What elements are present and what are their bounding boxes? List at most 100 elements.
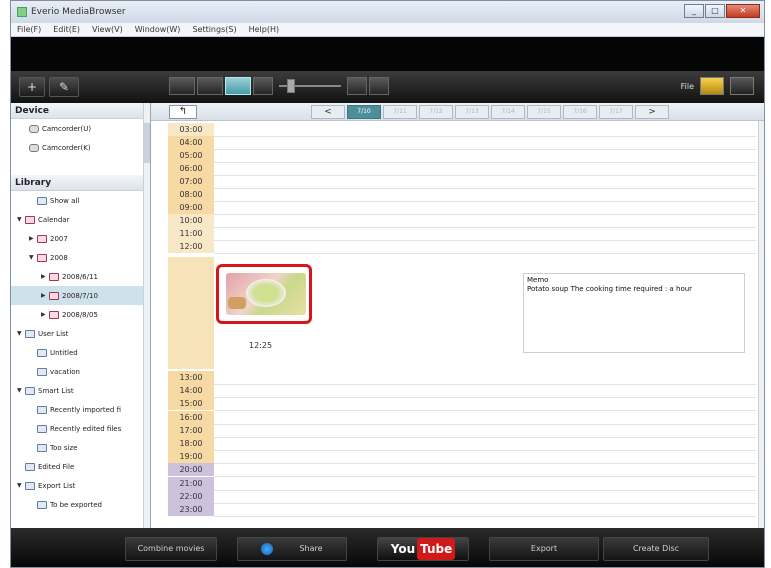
expand-toggle-icon[interactable]: ▼ xyxy=(17,330,25,337)
memo-title: Memo xyxy=(527,276,549,284)
tree-item[interactable]: ▼ Smart List xyxy=(11,381,150,400)
tree-item[interactable]: Recently imported fi xyxy=(11,400,150,419)
day-tab[interactable]: 7/13 xyxy=(455,105,489,119)
tree-item-label: To be exported xyxy=(50,500,102,509)
share-icon xyxy=(261,542,274,555)
combine-movies-button[interactable]: Combine movies xyxy=(125,537,217,561)
timeline-scrollbar[interactable] xyxy=(758,121,764,528)
clip-thumbnail[interactable] xyxy=(216,264,312,324)
expand-toggle-icon[interactable]: ▶ xyxy=(41,273,49,280)
view-calendar-button[interactable] xyxy=(225,77,251,95)
expand-toggle-icon[interactable]: ▶ xyxy=(41,311,49,318)
device-item[interactable]: Camcorder(K) xyxy=(11,138,150,157)
app-icon xyxy=(17,7,27,17)
expand-toggle-icon[interactable]: ▼ xyxy=(29,254,37,261)
tree-item[interactable]: ▶ 2008/7/10 xyxy=(11,286,150,305)
create-disc-button[interactable]: Create Disc xyxy=(603,537,709,561)
day-tab[interactable]: 7/11 xyxy=(383,105,417,119)
menu-settings[interactable]: Settings(S) xyxy=(192,25,236,34)
tree-item-label: User List xyxy=(38,329,69,338)
tree-item[interactable]: To be exported xyxy=(11,495,150,514)
calendar-view: ↰ <7/10 7/11 7/12 7/13 7/14 7/15 7/16 7/17 > 12:… xyxy=(151,103,764,528)
menu-window[interactable]: Window(W) xyxy=(135,25,181,34)
fullscreen-icon[interactable] xyxy=(369,77,389,95)
smart-icon xyxy=(37,424,47,433)
tree-item[interactable]: Show all xyxy=(11,191,150,210)
menu-file[interactable]: File(F) xyxy=(17,25,41,34)
menu-view[interactable]: View(V) xyxy=(92,25,123,34)
folder-icon xyxy=(49,310,59,319)
hour-label: 05:00 xyxy=(168,149,214,162)
up-level-button[interactable]: ↰ xyxy=(169,105,197,119)
close-button[interactable]: ✕ xyxy=(726,4,760,18)
zoom-slider[interactable] xyxy=(279,79,341,93)
file-filter-button[interactable] xyxy=(700,77,724,95)
expand-toggle-icon[interactable]: ▶ xyxy=(29,235,37,242)
minimize-button[interactable]: _ xyxy=(684,4,704,18)
prev-day-button[interactable]: < xyxy=(311,105,345,119)
expand-toggle-icon[interactable]: ▶ xyxy=(41,292,49,299)
tree-item[interactable]: Untitled xyxy=(11,343,150,362)
tree-item[interactable]: ▼ User List xyxy=(11,324,150,343)
hour-row-line xyxy=(214,162,756,163)
clip-time: 12:25 xyxy=(249,341,273,350)
device-label: Camcorder(U) xyxy=(42,124,92,133)
memo-box[interactable]: Memo Potato soup The cooking time requir… xyxy=(523,273,745,353)
expand-toggle-icon[interactable]: ▼ xyxy=(17,216,25,223)
day-tab[interactable]: 7/15 xyxy=(527,105,561,119)
sidebar-scrollbar[interactable] xyxy=(143,103,150,528)
share-button[interactable]: Share xyxy=(237,537,347,561)
expand-toggle-icon[interactable]: ▼ xyxy=(17,482,25,489)
zoom-in-icon[interactable] xyxy=(347,77,367,95)
youtube-button[interactable]: You Tube xyxy=(377,537,469,561)
tree-item[interactable]: ▶ 2007 xyxy=(11,229,150,248)
hour-label: 06:00 xyxy=(168,162,214,175)
menu-help[interactable]: Help(H) xyxy=(249,25,280,34)
tree-item[interactable]: ▼ Export List xyxy=(11,476,150,495)
tree-item-label: Edited File xyxy=(38,462,75,471)
menu-edit[interactable]: Edit(E) xyxy=(53,25,80,34)
tree-item[interactable]: ▶ 2008/6/11 xyxy=(11,267,150,286)
tree-item-label: Show all xyxy=(50,196,80,205)
zoom-slider-knob[interactable] xyxy=(287,79,295,93)
hour-label: 17:00 xyxy=(168,423,214,437)
export-icon xyxy=(37,500,47,509)
menu-bar: File(F) Edit(E) View(V) Window(W) Settin… xyxy=(11,23,764,37)
day-tab[interactable]: 7/16 xyxy=(563,105,597,119)
tree-item[interactable]: ▼ Calendar xyxy=(11,210,150,229)
hour-label: 23:00 xyxy=(168,503,214,516)
view-grid-button[interactable] xyxy=(197,77,223,95)
folder-icon xyxy=(37,253,47,262)
zoom-out-icon[interactable] xyxy=(253,77,273,95)
expand-toggle-icon[interactable]: ▼ xyxy=(17,387,25,394)
view-list-button[interactable] xyxy=(169,77,195,95)
hour-row-line xyxy=(214,384,756,385)
display-settings-button[interactable] xyxy=(730,77,754,95)
device-item[interactable]: Camcorder(U) xyxy=(11,119,150,138)
sidebar-scroll-thumb[interactable] xyxy=(143,123,150,163)
day-tab[interactable]: 7/14 xyxy=(491,105,525,119)
tree-item[interactable]: Too size xyxy=(11,438,150,457)
youtube-tube: Tube xyxy=(417,538,456,560)
soup-bowl-image xyxy=(246,279,286,307)
tree-item[interactable]: ▶ 2008/8/05 xyxy=(11,305,150,324)
next-day-button[interactable]: > xyxy=(635,105,669,119)
library-icon xyxy=(37,196,47,205)
timeline: 12:25 Memo Potato soup The cooking time … xyxy=(151,121,758,528)
list-icon xyxy=(37,348,47,357)
tools-button[interactable]: ✎ xyxy=(49,77,79,97)
export-button[interactable]: Export xyxy=(489,537,599,561)
day-tab[interactable]: 7/10 xyxy=(347,105,381,119)
share-label: Share xyxy=(299,544,323,553)
library-header: Library xyxy=(11,175,150,191)
day-tab[interactable]: 7/12 xyxy=(419,105,453,119)
add-button[interactable]: + xyxy=(19,77,45,97)
window-title: Everio MediaBrowser xyxy=(31,7,126,17)
tree-item[interactable]: vacation xyxy=(11,362,150,381)
maximize-button[interactable]: □ xyxy=(705,4,725,18)
tree-item[interactable]: ▼ 2008 xyxy=(11,248,150,267)
tree-item[interactable]: Edited File xyxy=(11,457,150,476)
hour-row-line xyxy=(214,240,756,241)
day-tab[interactable]: 7/17 xyxy=(599,105,633,119)
tree-item[interactable]: Recently edited files xyxy=(11,419,150,438)
